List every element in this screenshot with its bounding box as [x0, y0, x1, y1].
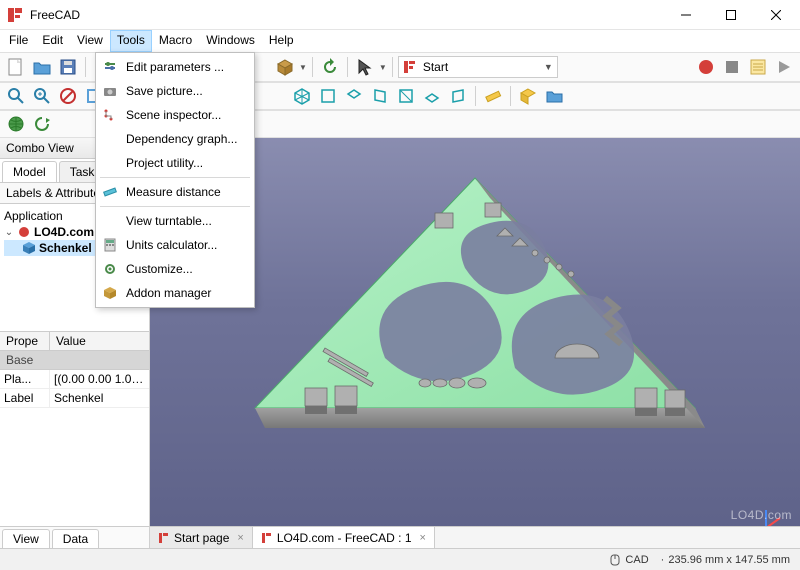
close-button[interactable] [753, 0, 798, 30]
close-icon[interactable]: × [237, 532, 243, 544]
top-view-icon[interactable] [342, 84, 366, 108]
left-view-icon[interactable] [446, 84, 470, 108]
bottom-view-icon[interactable] [420, 84, 444, 108]
freecad-icon [403, 60, 417, 74]
doc-tab-startpage[interactable]: Start page × [150, 527, 253, 548]
part-icon[interactable] [516, 84, 540, 108]
menu-windows[interactable]: Windows [199, 30, 262, 52]
menu-scene-inspector[interactable]: Scene inspector... [98, 103, 252, 127]
toolbar-separator [392, 57, 393, 77]
menu-save-picture[interactable]: Save picture... [98, 79, 252, 103]
menu-tools[interactable]: Tools [110, 30, 152, 52]
menu-edit-parameters[interactable]: Edit parameters ... [98, 55, 252, 79]
property-group-base[interactable]: Base [0, 351, 149, 370]
cursor-icon[interactable] [353, 55, 377, 79]
menu-view-turntable[interactable]: View turntable... [98, 209, 252, 233]
tools-dropdown: Edit parameters ... Save picture... Scen… [95, 52, 255, 308]
doc-tab-current[interactable]: LO4D.com - FreeCAD : 1 × [253, 527, 435, 548]
rear-view-icon[interactable] [394, 84, 418, 108]
record-icon[interactable] [694, 55, 718, 79]
open-icon[interactable] [30, 55, 54, 79]
camera-icon [102, 83, 118, 99]
maximize-button[interactable] [708, 0, 753, 30]
property-row-placement[interactable]: Pla... [(0.00 0.00 1.00); 0.0... [0, 370, 149, 389]
toolbar-separator [85, 57, 86, 77]
refresh-icon[interactable] [318, 55, 342, 79]
right-view-icon[interactable] [368, 84, 392, 108]
calculator-icon [102, 237, 118, 253]
menu-file[interactable]: File [2, 30, 35, 52]
save-icon[interactable] [56, 55, 80, 79]
property-tabs: View Data [0, 526, 149, 548]
tab-data[interactable]: Data [52, 529, 99, 548]
stop-icon[interactable] [720, 55, 744, 79]
cube-icon[interactable] [273, 55, 297, 79]
property-row-label[interactable]: Label Schenkel [0, 389, 149, 408]
menu-units-calculator[interactable]: Units calculator... [98, 233, 252, 257]
toolbar-separator [475, 86, 476, 106]
menu-dependency-graph[interactable]: Dependency graph... [98, 127, 252, 151]
ruler-icon [102, 184, 118, 200]
doc-icon [17, 225, 31, 239]
toolbar-separator [510, 86, 511, 106]
workbench-label: Start [423, 60, 448, 74]
freecad-icon [261, 532, 273, 544]
workbench-selector[interactable]: Start ▼ [398, 56, 558, 78]
tab-model[interactable]: Model [2, 161, 57, 182]
menu-measure-distance[interactable]: Measure distance [98, 180, 252, 204]
minimize-button[interactable] [663, 0, 708, 30]
zoom-fit-icon[interactable] [4, 84, 28, 108]
watermark: LO4D.com [731, 508, 792, 522]
close-icon[interactable]: × [420, 532, 426, 544]
menubar: File Edit View Tools Macro Windows Help [0, 30, 800, 52]
folder-icon[interactable] [542, 84, 566, 108]
viewport-dimensions: · 235.96 mm x 147.55 mm [661, 554, 790, 566]
menu-project-utility[interactable]: Project utility... [98, 151, 252, 175]
menu-separator [100, 177, 250, 178]
front-view-icon[interactable] [316, 84, 340, 108]
property-header: Prope Value [0, 331, 149, 351]
measure-icon[interactable] [481, 84, 505, 108]
menu-help[interactable]: Help [262, 30, 301, 52]
macro-list-icon[interactable] [746, 55, 770, 79]
play-icon[interactable] [772, 55, 796, 79]
tree-icon [102, 107, 118, 123]
nav-style-selector[interactable]: CAD [609, 554, 648, 566]
document-tabs: Start page × LO4D.com - FreeCAD : 1 × [150, 526, 800, 548]
freecad-icon [158, 532, 170, 544]
package-icon [102, 285, 118, 301]
menu-customize[interactable]: Customize... [98, 257, 252, 281]
reload-icon[interactable] [30, 112, 54, 136]
zoom-in-icon[interactable] [30, 84, 54, 108]
statusbar: CAD · 235.96 mm x 147.55 mm [0, 548, 800, 570]
sliders-icon [102, 59, 118, 75]
menu-view[interactable]: View [70, 30, 110, 52]
menu-macro[interactable]: Macro [152, 30, 199, 52]
toolbar-separator [312, 57, 313, 77]
menu-addon-manager[interactable]: Addon manager [98, 281, 252, 305]
freecad-app-icon [6, 6, 24, 24]
twisty-open-icon[interactable]: ⌄ [4, 227, 14, 238]
no-entry-icon[interactable] [56, 84, 80, 108]
3d-model [235, 158, 715, 528]
toolbar-separator [347, 57, 348, 77]
part-cube-icon [22, 241, 36, 255]
mouse-icon [609, 554, 621, 566]
window-title: FreeCAD [30, 8, 663, 22]
titlebar: FreeCAD [0, 0, 800, 30]
iso-view-icon[interactable] [290, 84, 314, 108]
menu-edit[interactable]: Edit [35, 30, 70, 52]
web-icon[interactable] [4, 112, 28, 136]
tab-view[interactable]: View [2, 529, 50, 548]
menu-separator [100, 206, 250, 207]
new-doc-icon[interactable] [4, 55, 28, 79]
gear-icon [102, 261, 118, 277]
